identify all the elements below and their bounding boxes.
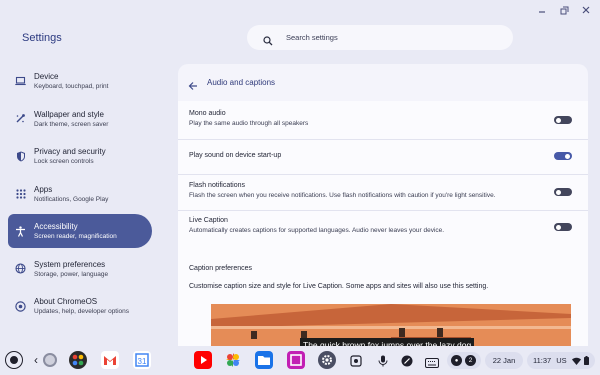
paintbrush-icon — [15, 113, 26, 124]
date-label: 22 Jan — [492, 356, 516, 365]
restore-icon[interactable] — [558, 4, 570, 16]
shelf: ‹ 31 ● 2 22 Jan 11:37 US — [0, 346, 600, 375]
page-header: Audio and captions — [178, 64, 588, 101]
sidebar-item-sublabel: Notifications, Google Play — [34, 195, 109, 203]
back-arrow-icon[interactable] — [188, 78, 198, 90]
sidebar-item-sublabel: Storage, power, language — [34, 270, 109, 278]
search-bar[interactable]: Search settings — [247, 25, 513, 50]
mono-audio-toggle[interactable] — [554, 116, 572, 124]
status-tray[interactable]: 11:37 US — [527, 352, 595, 369]
sidebar-item-device[interactable]: Device Keyboard, touchpad, print — [8, 64, 152, 98]
keyboard-icon[interactable] — [425, 355, 439, 373]
svg-text:31: 31 — [138, 357, 147, 366]
minimize-icon[interactable] — [536, 4, 548, 16]
setting-title: Play sound on device start-up — [189, 152, 282, 159]
caption-preferences-section: Caption preferences — [189, 265, 579, 272]
setting-row-startup-sound[interactable]: Play sound on device start-up — [189, 152, 579, 159]
screenshot-app-icon[interactable] — [287, 351, 305, 369]
sidebar-item-label: System preferences — [34, 259, 106, 269]
sidebar-item-system[interactable]: System preferences Storage, power, langua… — [8, 252, 152, 286]
search-input[interactable]: Search settings — [286, 33, 338, 42]
section-description: Customise caption size and style for Liv… — [189, 283, 489, 290]
battery-icon — [583, 352, 589, 370]
setting-row-live-caption[interactable]: Live Caption Automatically creates capti… — [189, 217, 579, 234]
app-title: Settings — [22, 32, 62, 44]
chromeos-icon — [15, 300, 26, 312]
calendar-icon[interactable]: 31 — [133, 351, 151, 369]
sidebar-item-about[interactable]: About ChromeOS Updates, help, developer o… — [8, 289, 152, 323]
sidebar-item-sublabel: Screen reader, magnification — [34, 233, 117, 240]
sidebar-item-label: Device — [34, 72, 59, 81]
youtube-icon[interactable] — [194, 351, 212, 369]
shield-icon — [15, 151, 26, 162]
live-caption-toggle[interactable] — [554, 223, 572, 231]
apps-grid-icon — [15, 188, 26, 199]
sidebar-item-label: Apps — [34, 184, 53, 194]
sidebar-item-accessibility[interactable]: Accessibility Screen reader, magnificatio… — [8, 214, 152, 248]
back-icon[interactable]: ‹ — [34, 353, 38, 367]
settings-icon[interactable] — [318, 351, 336, 369]
sidebar-item-sublabel: Dark theme, screen saver — [34, 120, 109, 128]
sidebar-item-sublabel: Lock screen controls — [34, 158, 94, 165]
flash-notifications-toggle[interactable] — [554, 188, 572, 196]
wifi-icon — [571, 352, 581, 370]
section-title: Caption preferences — [189, 265, 253, 272]
time-label: 11:37 — [533, 356, 552, 365]
sidebar-item-privacy[interactable]: Privacy and security Lock screen controls — [8, 139, 152, 173]
screen-capture-icon[interactable] — [350, 354, 362, 372]
setting-title: Live Caption — [189, 217, 228, 224]
date-tray[interactable]: 22 Jan — [485, 352, 523, 369]
setting-row-mono-audio[interactable]: Mono audio Play the same audio through a… — [189, 110, 579, 127]
close-icon[interactable] — [580, 4, 592, 16]
sidebar-item-label: Privacy and security — [34, 147, 106, 156]
stylus-icon[interactable] — [401, 354, 413, 372]
globe-icon — [15, 263, 26, 274]
caption-preferences-desc: Customise caption size and style for Liv… — [189, 283, 579, 290]
page-title: Audio and captions — [207, 78, 276, 87]
launcher-icon[interactable] — [6, 352, 22, 368]
photos-icon[interactable] — [224, 351, 242, 369]
startup-sound-toggle[interactable] — [554, 152, 572, 160]
search-icon — [263, 33, 273, 45]
setting-subtitle: Play the same audio through all speakers — [189, 120, 309, 127]
gmail-icon[interactable] — [101, 351, 119, 369]
locale-label: US — [556, 356, 567, 365]
accessibility-icon — [15, 225, 26, 237]
notification-dot-icon: ● — [451, 355, 462, 366]
files-icon[interactable] — [255, 351, 273, 369]
sidebar-item-sublabel: Updates, help, developer options — [34, 308, 130, 315]
setting-subtitle: Flash the screen when you receive notifi… — [189, 192, 496, 199]
sidebar: Device Keyboard, touchpad, print Wallpape… — [8, 64, 152, 327]
sidebar-item-apps[interactable]: Apps Notifications, Google Play — [8, 177, 152, 211]
notification-count: 2 — [465, 355, 476, 366]
setting-title: Flash notifications — [189, 182, 246, 189]
google-photos-icon[interactable] — [69, 351, 87, 369]
setting-row-flash-notifications[interactable]: Flash notifications Flash the screen whe… — [189, 182, 579, 199]
setting-subtitle: Automatically creates captions for suppo… — [189, 227, 445, 234]
assistant-icon[interactable] — [43, 353, 57, 367]
sidebar-item-label: Accessibility — [34, 222, 78, 231]
sidebar-item-label: About ChromeOS — [34, 297, 98, 306]
microphone-icon[interactable] — [378, 354, 388, 372]
sidebar-item-wallpaper[interactable]: Wallpaper and style Dark theme, screen sa… — [8, 102, 152, 136]
laptop-icon — [15, 76, 26, 87]
notification-tray[interactable]: ● 2 — [447, 352, 481, 369]
setting-title: Mono audio — [189, 110, 226, 117]
window-controls — [536, 4, 592, 16]
sidebar-item-sublabel: Keyboard, touchpad, print — [34, 83, 109, 90]
sidebar-item-label: Wallpaper and style — [34, 109, 104, 119]
